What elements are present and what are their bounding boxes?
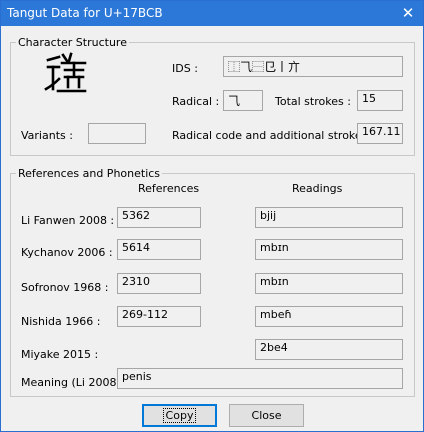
copy-button-label: Copy: [162, 408, 197, 423]
character-structure-legend: Character Structure: [18, 36, 127, 49]
reading-field[interactable]: mbɪn: [255, 273, 403, 294]
source-label: Kychanov 2006 :: [21, 246, 113, 259]
radical-code-label: Radical code and additional strokes :: [172, 129, 375, 142]
source-label: Sofronov 1968 :: [21, 281, 109, 294]
close-icon[interactable]: ✕: [393, 1, 423, 26]
reading-field[interactable]: mbeɦ: [255, 306, 403, 327]
source-label: Nishida 1966 :: [21, 315, 101, 328]
dialog-window: Tangut Data for U+17BCB ✕ Character Stru…: [0, 0, 424, 432]
radical-field[interactable]: ⺄: [223, 90, 263, 111]
ids-field[interactable]: ⿰⺄⿱⺋丨亣: [223, 56, 403, 77]
references-column-header: References: [138, 182, 200, 195]
reading-field[interactable]: mbɪn: [255, 239, 403, 260]
variants-field[interactable]: [88, 123, 146, 144]
ids-label: IDS :: [172, 62, 198, 75]
total-strokes-label: Total strokes :: [275, 95, 351, 108]
reading-field[interactable]: bjij: [255, 207, 403, 228]
radical-code-field[interactable]: 167.11: [357, 123, 403, 144]
copy-button[interactable]: Copy: [142, 404, 217, 427]
reading-field[interactable]: 2be4: [255, 339, 403, 360]
reference-field[interactable]: 5362: [117, 207, 201, 228]
close-button[interactable]: Close: [229, 404, 304, 427]
title-bar[interactable]: Tangut Data for U+17BCB ✕: [1, 1, 423, 26]
meaning-label: Meaning (Li 2008) :: [21, 376, 128, 389]
window-title: Tangut Data for U+17BCB: [7, 6, 163, 20]
radical-label: Radical :: [172, 95, 220, 108]
reference-field[interactable]: 2310: [117, 273, 201, 294]
reference-field[interactable]: 269-112: [117, 306, 201, 327]
variants-label: Variants :: [21, 129, 73, 142]
reference-field[interactable]: 5614: [117, 239, 201, 260]
tangut-character-glyph: [44, 52, 87, 93]
total-strokes-field[interactable]: 15: [357, 90, 403, 111]
source-label: Miyake 2015 :: [21, 348, 99, 361]
readings-column-header: Readings: [292, 182, 343, 195]
source-label: Li Fanwen 2008 :: [21, 214, 115, 227]
references-phonetics-legend: References and Phonetics: [18, 167, 161, 180]
meaning-field[interactable]: penis: [117, 368, 403, 389]
